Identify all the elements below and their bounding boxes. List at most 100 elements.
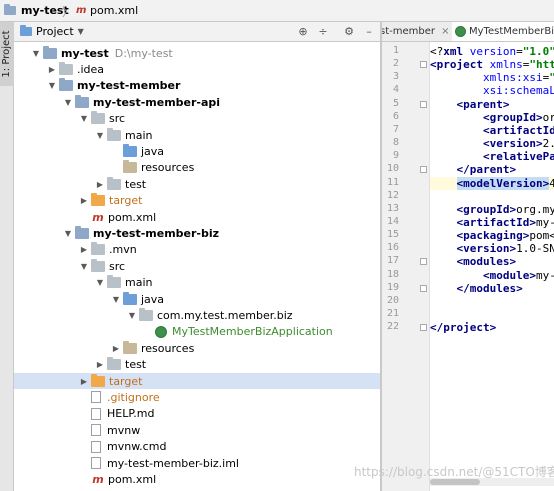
chevron-down-icon[interactable]: ▼ <box>62 98 74 107</box>
tree-row[interactable]: ▶HELP.md <box>14 406 380 422</box>
chevron-right-icon[interactable]: ▶ <box>46 65 58 74</box>
tree-row[interactable]: ▼ my-test-member-api <box>14 94 380 110</box>
tree-row[interactable]: ▶ resources <box>14 340 380 356</box>
fold-marker-icon[interactable] <box>420 284 427 292</box>
tree-row[interactable]: ▶ .idea <box>14 61 380 77</box>
watermark: https://blog.csdn.net/@51CTO博客 <box>354 465 554 479</box>
project-view-selector[interactable]: Project ▼ <box>20 25 84 38</box>
chevron-right-icon[interactable]: ▶ <box>78 377 90 386</box>
line-number: 7 <box>392 123 399 135</box>
tree-item-label: resources <box>141 341 195 355</box>
tree-row[interactable]: ▶mpom.xml <box>14 209 380 225</box>
tree-row[interactable]: ▶ test <box>14 357 380 373</box>
fold-marker-icon[interactable] <box>420 166 427 174</box>
fold-marker-icon[interactable] <box>420 258 427 266</box>
gear-icon[interactable]: ⚙ <box>341 24 357 40</box>
tree-row[interactable]: ▼ src <box>14 258 380 274</box>
source-folder-icon <box>123 143 137 157</box>
line-number: 20 <box>386 294 399 306</box>
chevron-right-icon[interactable]: ▶ <box>94 180 106 189</box>
code-token: <project <box>430 58 490 72</box>
code-token: <parent> <box>456 97 510 111</box>
tree-row[interactable]: ▼ my-test D:\my-test <box>14 45 380 61</box>
folder-icon <box>91 242 105 256</box>
minimize-icon[interactable]: – <box>361 24 377 40</box>
code-token: <artifactId> <box>482 123 554 137</box>
line-number: 8 <box>392 137 399 149</box>
chevron-down-icon[interactable]: ▼ <box>62 229 74 238</box>
tree-item-label: java <box>141 144 165 158</box>
tree-item-path: D:\my-test <box>114 46 173 60</box>
tree-item-label: HELP.md <box>107 407 155 421</box>
chevron-down-icon[interactable]: ▼ <box>30 49 42 58</box>
folder-icon <box>91 258 105 272</box>
chevron-down-icon[interactable]: ▼ <box>94 278 106 287</box>
tree-row[interactable]: ▶my-test-member-biz.iml <box>14 455 380 471</box>
line-number: 10 <box>386 163 399 175</box>
code-line: <module>my-t <box>430 269 554 282</box>
file-icon <box>91 457 101 469</box>
breadcrumb-file[interactable]: m pom.xml <box>76 4 138 17</box>
tree-row[interactable]: ▶resources <box>14 160 380 176</box>
code-editor[interactable]: <?xml version="1.0"<project xmlns="http … <box>430 42 554 491</box>
chevron-right-icon[interactable]: ▶ <box>94 360 106 369</box>
tree-row[interactable]: ▶ .mvn <box>14 242 380 258</box>
line-number: 16 <box>386 242 399 254</box>
tree-row[interactable]: ▼ main <box>14 275 380 291</box>
chevron-down-icon[interactable]: ▼ <box>94 131 106 140</box>
tree-item-label: pom.xml <box>108 210 157 224</box>
chevron-down-icon[interactable]: ▼ <box>126 311 138 320</box>
chevron-down-icon[interactable]: ▼ <box>78 114 90 123</box>
tree-row[interactable]: ▼ src <box>14 111 380 127</box>
line-number: 5 <box>392 97 399 109</box>
chevron-down-icon[interactable]: ▼ <box>46 81 58 90</box>
folder-icon <box>107 176 121 190</box>
tree-row[interactable]: ▶mvnw <box>14 422 380 438</box>
code-line: </parent> <box>430 163 517 176</box>
fold-marker-icon[interactable] <box>420 61 427 69</box>
tree-row[interactable]: ▼ my-test-member <box>14 78 380 94</box>
code-token: <modules> <box>456 255 517 269</box>
tree-row[interactable]: ▶java <box>14 143 380 159</box>
editor-tab[interactable]: MyTestMemberBizA <box>452 22 554 41</box>
crosshair-icon[interactable]: ⊕ <box>295 24 311 40</box>
folder-icon <box>139 307 153 321</box>
code-token: xsi:schemaL <box>482 84 554 98</box>
tree-row[interactable]: ▶.gitignore <box>14 389 380 405</box>
fold-marker-icon[interactable] <box>420 324 427 332</box>
chevron-right-icon[interactable]: ▶ <box>78 245 90 254</box>
tree-row[interactable]: ▼ my-test-member-biz <box>14 225 380 241</box>
collapse-all-icon[interactable]: ÷ <box>315 24 331 40</box>
tree-row[interactable]: ▼ java <box>14 291 380 307</box>
close-icon[interactable]: × <box>438 26 449 37</box>
tree-row[interactable]: ▶mpom.xml <box>14 471 380 487</box>
breadcrumb-separator: 〉 <box>62 5 75 19</box>
code-line: <groupId>org.my. <box>430 203 554 216</box>
tree-row[interactable]: ▼ main <box>14 127 380 143</box>
tree-row[interactable]: ▼ com.my.test.member.biz <box>14 307 380 323</box>
chevron-right-icon[interactable]: ▶ <box>78 196 90 205</box>
tree-row[interactable]: ▶MyTestMemberBizApplication <box>14 324 380 340</box>
code-token: </project> <box>430 321 497 335</box>
chevron-down-icon[interactable]: ▼ <box>78 262 90 271</box>
tree-item-label: target <box>109 374 143 388</box>
project-tool-window-tab[interactable]: 1: Project <box>0 22 14 86</box>
tree-item-label: src <box>109 112 126 126</box>
tree-item-label: java <box>141 292 165 306</box>
tree-row[interactable]: ▶mvnw.cmd <box>14 439 380 455</box>
tree-row[interactable]: ▶ target <box>14 193 380 209</box>
tree-item-label: src <box>109 259 126 273</box>
tree-row[interactable]: ▶ target <box>14 373 380 389</box>
fold-marker-icon[interactable] <box>420 100 427 108</box>
chevron-down-icon[interactable]: ▼ <box>110 295 122 304</box>
chevron-right-icon[interactable]: ▶ <box>110 344 122 353</box>
editor-tab[interactable]: st-member × <box>382 22 450 41</box>
breadcrumb-project[interactable]: my-test <box>4 4 69 17</box>
tree-row[interactable]: ▶ test <box>14 176 380 192</box>
code-line: </project> <box>430 321 496 334</box>
